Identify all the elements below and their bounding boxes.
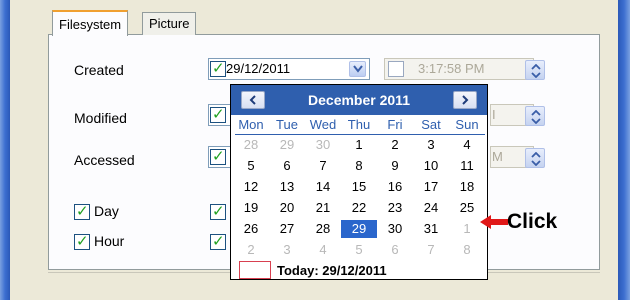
option-checkbox-right-2[interactable] bbox=[210, 232, 226, 250]
spinner-arrows-icon bbox=[531, 152, 541, 166]
day-name-sat: Sat bbox=[421, 117, 441, 132]
accessed-time-value: M bbox=[492, 149, 503, 164]
calendar-day[interactable]: 3 bbox=[269, 241, 305, 259]
calendar-day[interactable]: 26 bbox=[233, 220, 269, 238]
day-name-mon: Mon bbox=[238, 117, 264, 132]
calendar-divider bbox=[235, 134, 485, 135]
calendar-day[interactable]: 3 bbox=[413, 136, 449, 154]
calendar-day[interactable]: 2 bbox=[377, 136, 413, 154]
calendar-day[interactable]: 21 bbox=[305, 199, 341, 217]
calendar-day[interactable]: 6 bbox=[269, 157, 305, 175]
calendar-popup: December 2011 Mon Tue Wed Thu Fri Sat Sun 28 29… bbox=[230, 84, 488, 280]
created-time-spinner[interactable] bbox=[525, 60, 545, 80]
day-checkbox[interactable] bbox=[74, 202, 90, 220]
modified-label: Modified bbox=[74, 110, 127, 126]
calendar-day[interactable]: 29 bbox=[341, 220, 377, 238]
calendar-day[interactable]: 8 bbox=[341, 157, 377, 175]
calendar-day[interactable]: 4 bbox=[305, 241, 341, 259]
calendar-day[interactable]: 12 bbox=[233, 178, 269, 196]
calendar-day[interactable]: 31 bbox=[413, 220, 449, 238]
next-month-button[interactable] bbox=[453, 91, 477, 109]
accessed-date-checkbox[interactable] bbox=[210, 147, 226, 165]
window-border-right bbox=[618, 0, 630, 300]
window-border-left bbox=[0, 0, 10, 300]
day-label: Day bbox=[94, 203, 119, 219]
day-name-tue: Tue bbox=[276, 117, 298, 132]
calendar-day[interactable]: 20 bbox=[269, 199, 305, 217]
created-date-dropdown-button[interactable] bbox=[349, 61, 366, 77]
calendar-day[interactable]: 30 bbox=[305, 136, 341, 154]
created-date-value: 29/12/2011 bbox=[226, 61, 291, 76]
created-label: Created bbox=[74, 62, 124, 78]
calendar-day[interactable]: 9 bbox=[377, 157, 413, 175]
calendar-day[interactable]: 5 bbox=[233, 157, 269, 175]
option-checkbox-right-1[interactable] bbox=[210, 202, 226, 220]
calendar-day[interactable]: 5 bbox=[341, 241, 377, 259]
created-date-checkbox[interactable] bbox=[210, 59, 226, 77]
accessed-label: Accessed bbox=[74, 152, 135, 168]
tab-picture[interactable]: Picture bbox=[142, 12, 197, 35]
calendar-day[interactable]: 8 bbox=[449, 241, 485, 259]
chevron-left-icon bbox=[249, 95, 256, 105]
modified-time-spinner[interactable] bbox=[525, 106, 545, 126]
calendar-day[interactable]: 6 bbox=[377, 241, 413, 259]
calendar-day[interactable]: 27 bbox=[269, 220, 305, 238]
calendar-day[interactable]: 14 bbox=[305, 178, 341, 196]
calendar-day[interactable]: 28 bbox=[233, 136, 269, 154]
calendar-day[interactable]: 24 bbox=[413, 199, 449, 217]
spinner-arrows-icon bbox=[531, 64, 541, 78]
calendar-day[interactable]: 11 bbox=[449, 157, 485, 175]
calendar-day[interactable]: 18 bbox=[449, 178, 485, 196]
tab-filesystem[interactable]: Filesystem bbox=[52, 10, 129, 36]
hour-label: Hour bbox=[94, 233, 125, 249]
calendar-day[interactable]: 7 bbox=[305, 157, 341, 175]
modified-date-checkbox[interactable] bbox=[210, 105, 226, 123]
spinner-arrows-icon bbox=[531, 110, 541, 124]
created-time-checkbox[interactable] bbox=[388, 61, 404, 77]
day-name-wed: Wed bbox=[309, 117, 337, 132]
day-name-sun: Sun bbox=[455, 117, 479, 132]
today-marker bbox=[239, 261, 271, 279]
calendar-day[interactable]: 4 bbox=[449, 136, 485, 154]
hour-checkbox[interactable] bbox=[74, 232, 90, 250]
annotation-label: Click bbox=[507, 210, 558, 233]
created-time-value: 3:17:58 PM bbox=[418, 61, 485, 76]
calendar-day[interactable]: 13 bbox=[269, 178, 305, 196]
calendar-day[interactable]: 30 bbox=[377, 220, 413, 238]
calendar-day[interactable]: 29 bbox=[269, 136, 305, 154]
today-link[interactable]: Today: 29/12/2011 bbox=[277, 263, 387, 278]
chevron-right-icon bbox=[462, 95, 469, 105]
calendar-day[interactable]: 1 bbox=[341, 136, 377, 154]
day-name-fri: Fri bbox=[387, 117, 403, 132]
calendar-day[interactable]: 10 bbox=[413, 157, 449, 175]
modified-time-value: I bbox=[492, 107, 496, 122]
prev-month-button[interactable] bbox=[241, 91, 265, 109]
calendar-day[interactable]: 23 bbox=[377, 199, 413, 217]
calendar-day[interactable]: 28 bbox=[305, 220, 341, 238]
day-name-thu: Thu bbox=[347, 117, 371, 132]
calendar-day-names: Mon Tue Wed Thu Fri Sat Sun bbox=[231, 117, 487, 133]
calendar-day[interactable]: 16 bbox=[377, 178, 413, 196]
calendar-day[interactable]: 22 bbox=[341, 199, 377, 217]
calendar-day[interactable]: 19 bbox=[233, 199, 269, 217]
calendar-day[interactable]: 17 bbox=[413, 178, 449, 196]
calendar-day[interactable]: 2 bbox=[233, 241, 269, 259]
calendar-month-title[interactable]: December 2011 bbox=[271, 92, 447, 108]
calendar-header: December 2011 bbox=[231, 85, 487, 115]
annotation-arrow-icon bbox=[480, 215, 508, 229]
chevron-down-icon bbox=[353, 65, 363, 73]
calendar-day[interactable]: 15 bbox=[341, 178, 377, 196]
accessed-time-spinner[interactable] bbox=[525, 148, 545, 168]
calendar-day[interactable]: 7 bbox=[413, 241, 449, 259]
